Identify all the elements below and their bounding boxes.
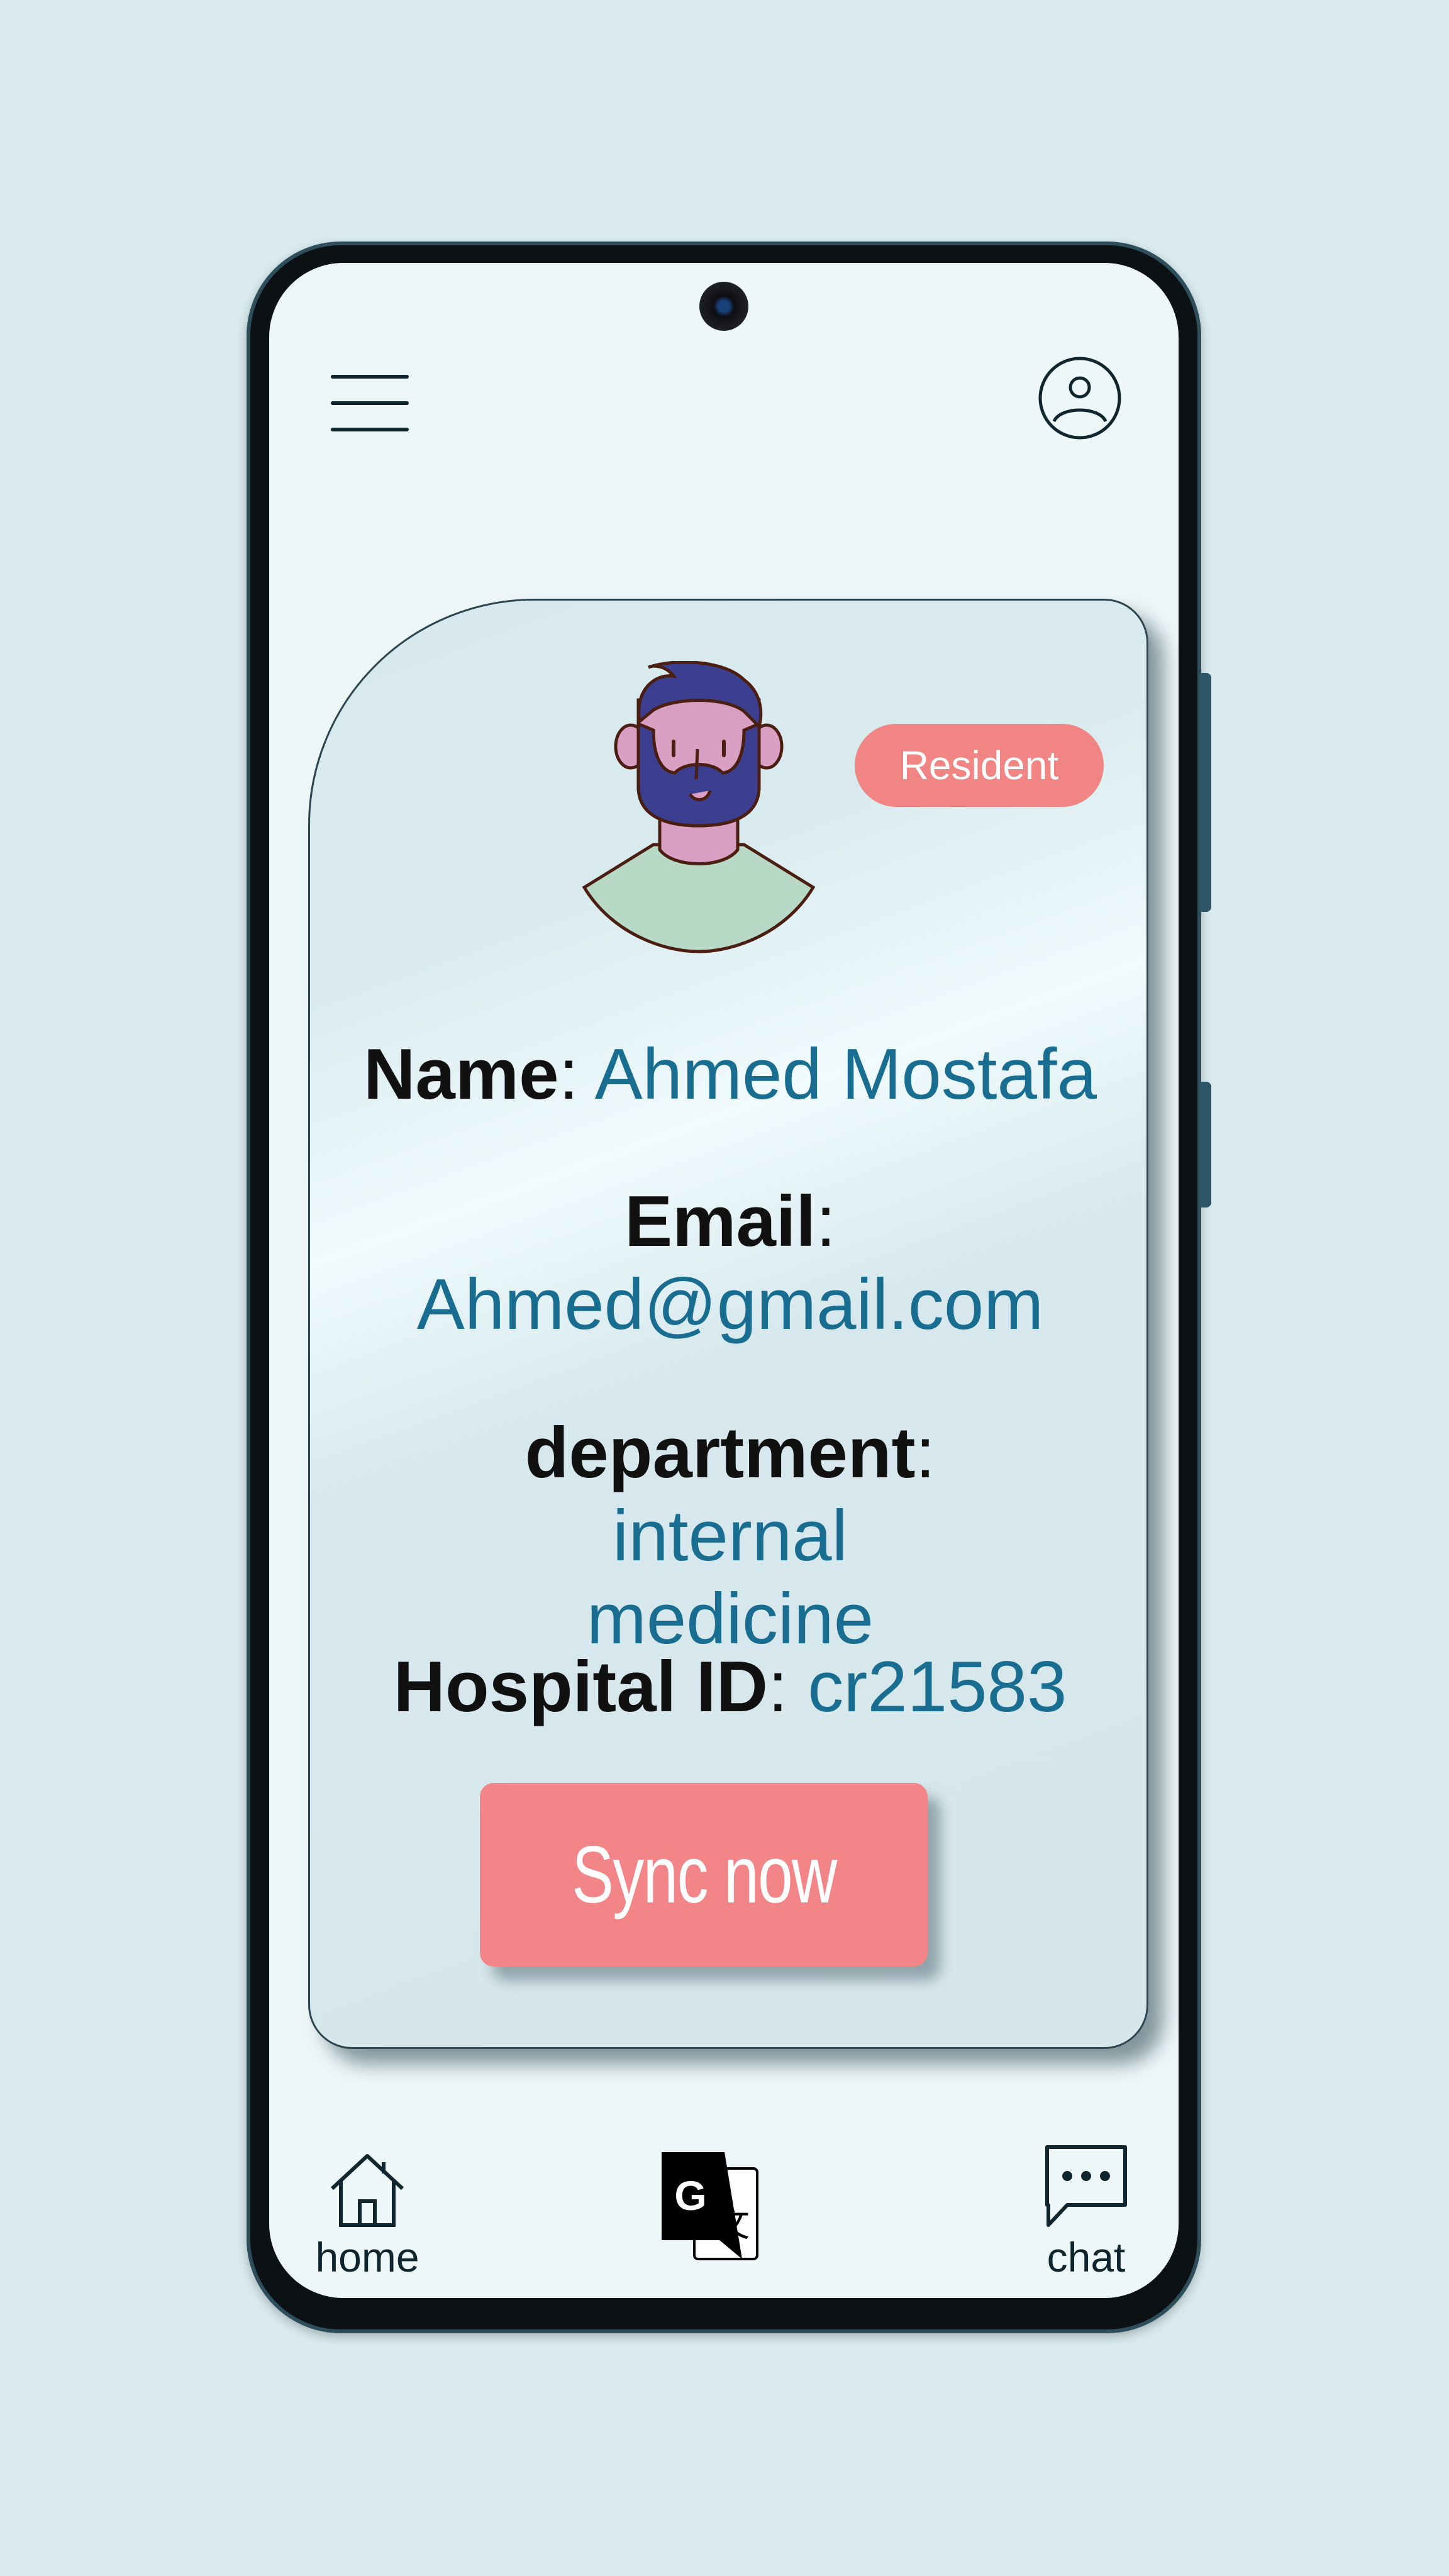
sync-now-button[interactable]: Sync now: [480, 1783, 928, 1967]
user-circle-icon[interactable]: [1038, 356, 1122, 440]
hospital-id-value: cr21583: [808, 1647, 1067, 1727]
house-icon: [330, 2154, 404, 2227]
nav-chat-label: chat: [1046, 2234, 1126, 2280]
front-camera: [699, 282, 748, 331]
name-separator: :: [558, 1035, 579, 1114]
name-value: Ahmed Mostafa: [594, 1035, 1097, 1114]
profile-card: Resident Name: Ahmed Mostafa Email: Ahme…: [308, 599, 1148, 2049]
sync-now-label: Sync now: [571, 1829, 837, 1920]
department-separator: :: [915, 1413, 936, 1493]
email-row: Email: Ahmed@gmail.com: [335, 1180, 1125, 1346]
google-translate-icon[interactable]: G 文: [659, 2150, 760, 2263]
nav-home[interactable]: home: [311, 2150, 424, 2281]
phone-frame: Resident Name: Ahmed Mostafa Email: Ahme…: [247, 242, 1211, 2333]
side-button-power: [1200, 1082, 1211, 1208]
department-value: internal medicine: [586, 1496, 874, 1659]
hospital-id-label: Hospital ID: [393, 1647, 769, 1727]
hospital-id-row: Hospital ID: cr21583: [335, 1646, 1125, 1729]
role-badge: Resident: [855, 724, 1104, 807]
department-label: department: [525, 1413, 916, 1493]
department-row: department: internal medicine: [335, 1412, 1125, 1661]
avatar: [582, 661, 816, 953]
email-separator: :: [816, 1182, 836, 1262]
nav-chat[interactable]: chat: [1039, 2142, 1133, 2281]
nav-home-label: home: [315, 2234, 419, 2280]
email-value: Ahmed@gmail.com: [416, 1265, 1044, 1345]
email-label: Email: [625, 1182, 816, 1262]
hospital-id-separator: :: [768, 1647, 788, 1727]
name-label: Name: [364, 1035, 559, 1114]
name-row: Name: Ahmed Mostafa: [335, 1033, 1125, 1116]
hamburger-menu-icon[interactable]: [331, 375, 409, 431]
side-button-volume: [1200, 673, 1211, 912]
chat-bubble-icon: [1045, 2145, 1127, 2227]
svg-text:G: G: [674, 2172, 706, 2219]
phone-screen: Resident Name: Ahmed Mostafa Email: Ahme…: [269, 263, 1179, 2298]
svg-text:文: 文: [714, 2204, 750, 2245]
